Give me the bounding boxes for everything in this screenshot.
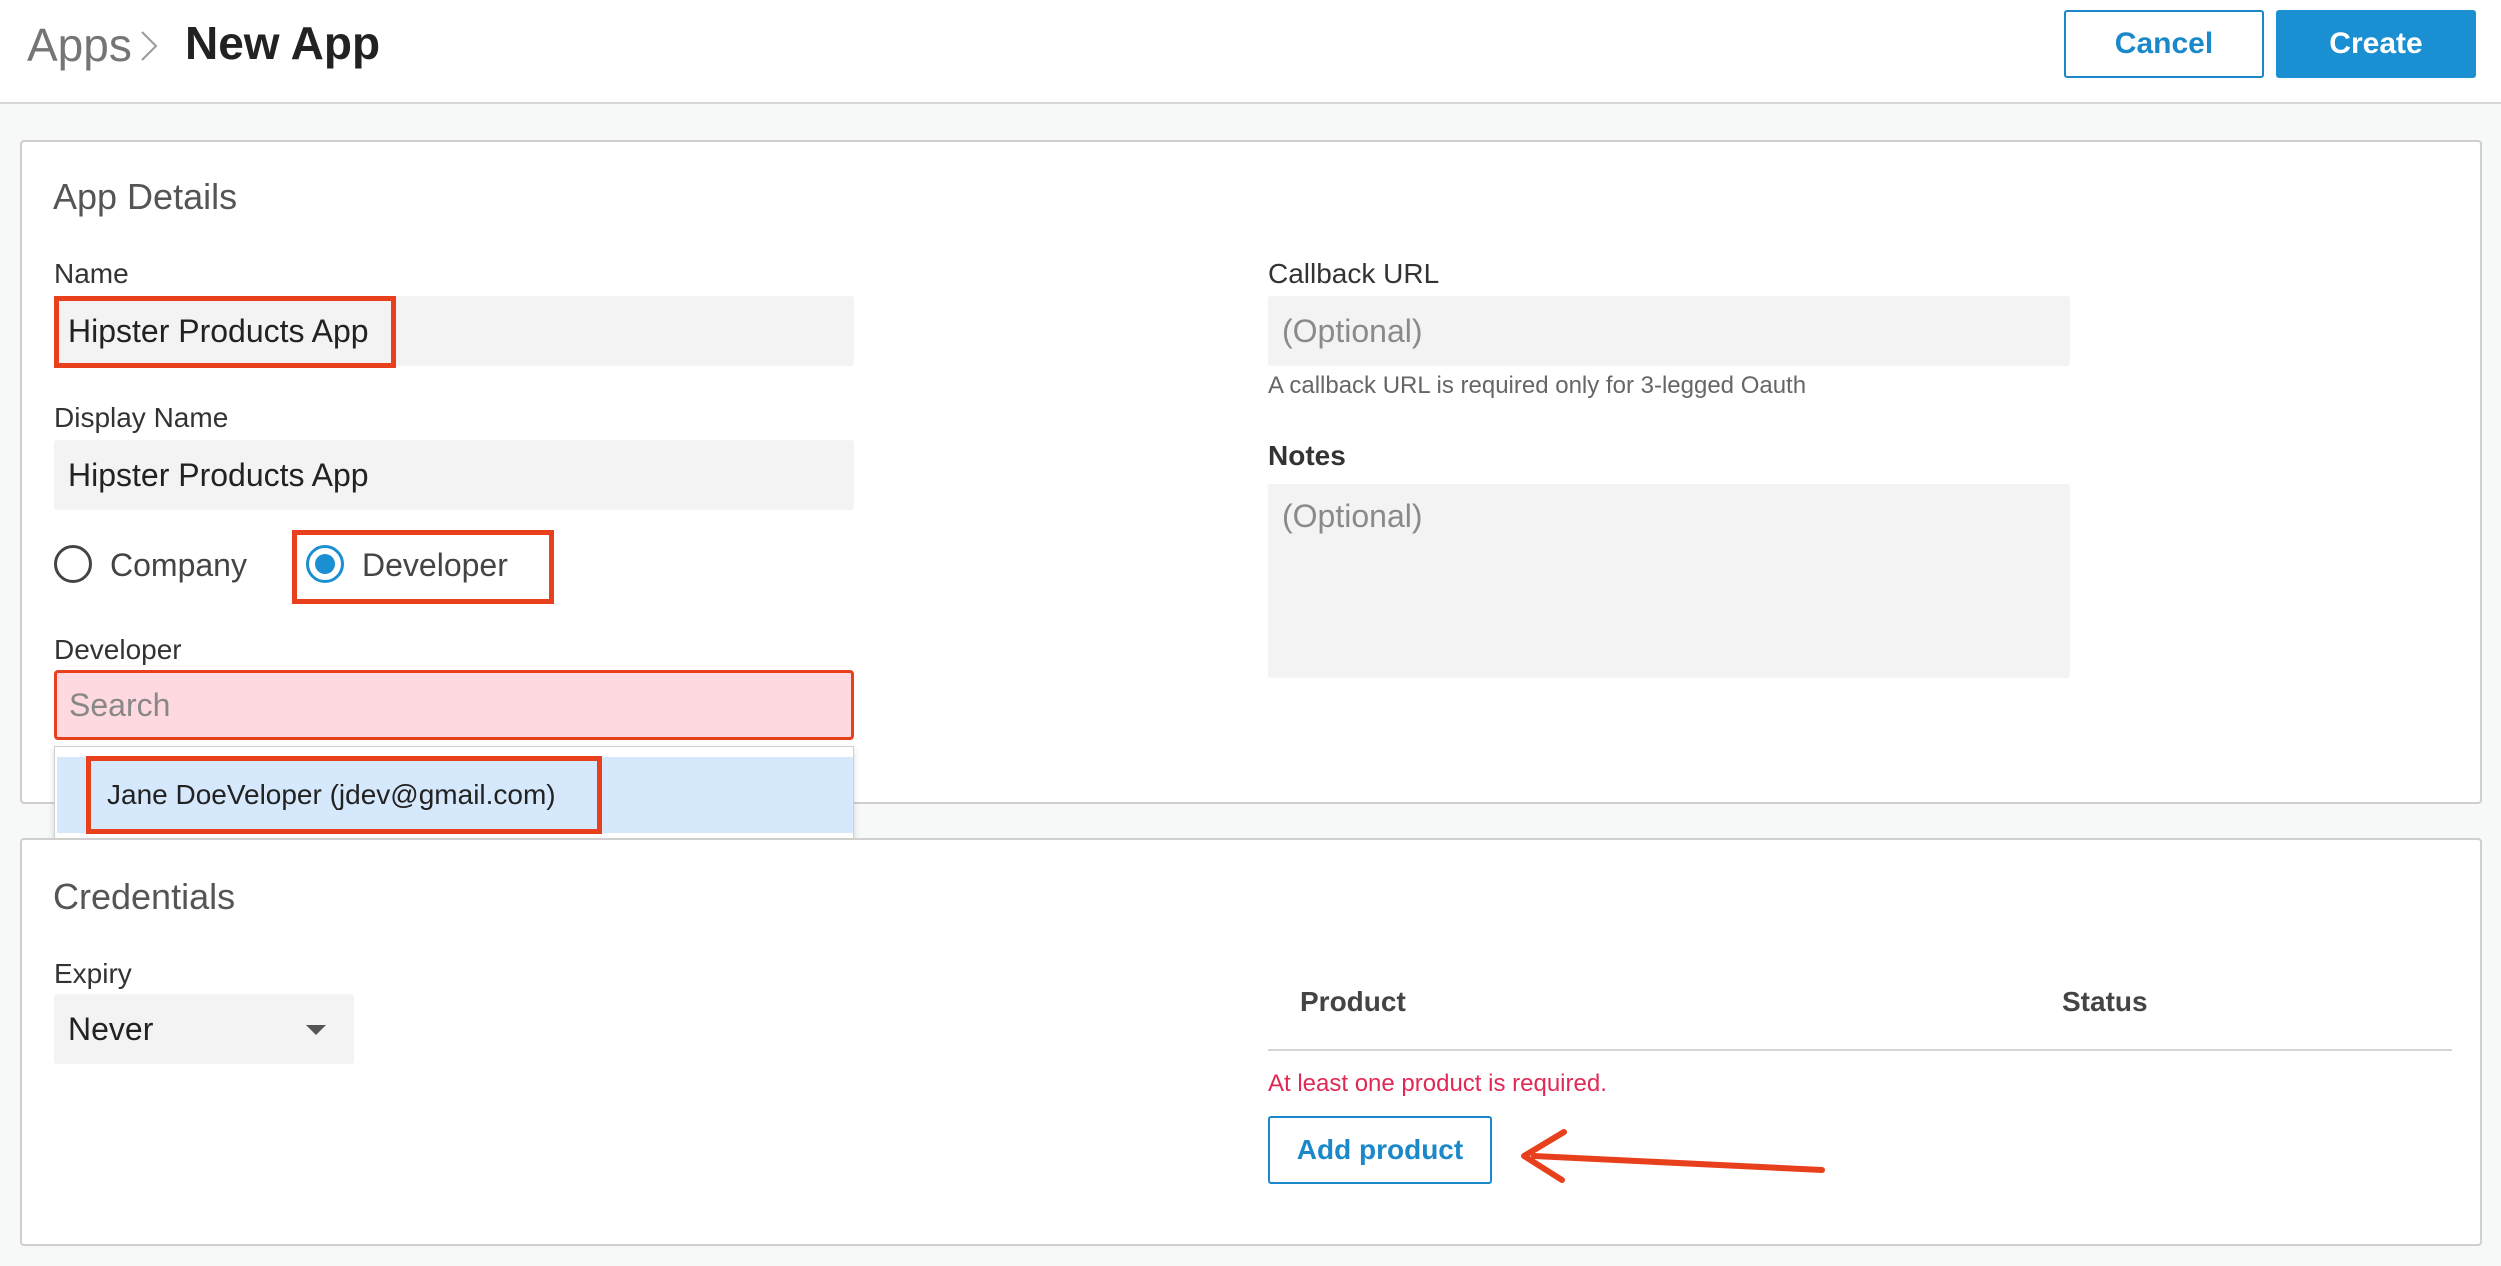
developer-radio[interactable]	[306, 545, 344, 583]
developer-radio-label[interactable]: Developer	[362, 547, 508, 584]
developer-label: Developer	[54, 634, 182, 665]
notes-label: Notes	[1268, 440, 1346, 471]
status-column-header: Status	[2062, 986, 2148, 1017]
name-label: Name	[54, 258, 129, 289]
credentials-card	[20, 838, 2482, 1246]
expiry-value: Never	[68, 1010, 154, 1047]
new-app-page: Apps New App Cancel Create App Details N…	[0, 0, 2501, 1266]
credentials-heading: Credentials	[53, 876, 236, 917]
app-details-heading: App Details	[53, 176, 238, 217]
callback-url-field[interactable]: (Optional)	[1268, 296, 2070, 366]
callback-url-label: Callback URL	[1268, 258, 1440, 289]
company-radio-label[interactable]: Company	[110, 547, 247, 584]
breadcrumb-apps[interactable]: Apps	[27, 18, 132, 72]
notes-field[interactable]: (Optional)	[1268, 484, 2070, 678]
cancel-button[interactable]: Cancel	[2064, 10, 2264, 78]
table-divider	[1268, 1049, 2452, 1051]
page-title: New App	[185, 17, 381, 69]
chevron-right-icon	[141, 31, 158, 61]
company-radio[interactable]	[54, 545, 92, 583]
expiry-select[interactable]: Never	[54, 994, 354, 1064]
page-header: Apps New App Cancel Create	[0, 0, 2501, 104]
product-error-text: At least one product is required.	[1268, 1070, 1607, 1097]
product-column-header: Product	[1300, 986, 1406, 1017]
developer-suggestion-item[interactable]: Jane DoeVeloper (jdev@gmail.com)	[57, 757, 853, 833]
caret-down-icon	[306, 1025, 326, 1035]
display-name-field[interactable]: Hipster Products App	[54, 440, 854, 510]
add-product-button[interactable]: Add product	[1268, 1116, 1492, 1184]
developer-suggestions: Jane DoeVeloper (jdev@gmail.com)	[54, 746, 854, 842]
developer-search-input[interactable]: Search	[54, 670, 854, 740]
create-button[interactable]: Create	[2276, 10, 2476, 78]
name-field[interactable]: Hipster Products App	[54, 296, 854, 366]
annotation-arrow-icon	[1521, 1129, 1825, 1183]
callback-url-hint: A callback URL is required only for 3-le…	[1268, 372, 1807, 399]
display-name-label: Display Name	[54, 402, 229, 433]
expiry-label: Expiry	[54, 958, 132, 989]
